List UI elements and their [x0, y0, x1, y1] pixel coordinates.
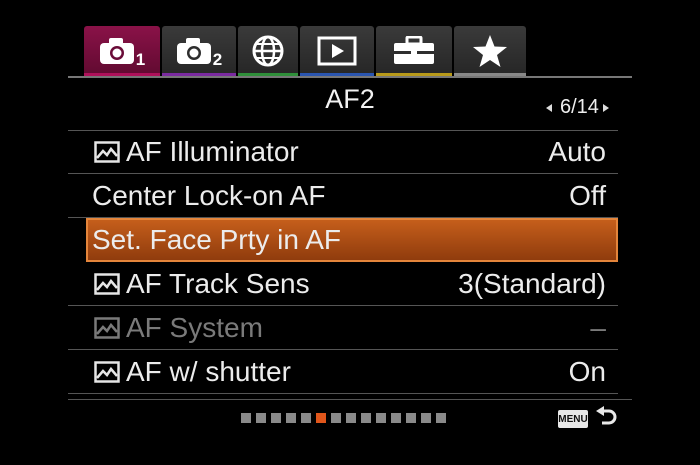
tab-network[interactable]: [238, 26, 298, 76]
star-icon: [473, 35, 507, 67]
scroll-dot: [271, 413, 281, 423]
photo-icon: [94, 358, 124, 386]
scroll-dot: [361, 413, 371, 423]
footer-divider: [68, 399, 632, 400]
tab-number: 1: [135, 50, 146, 69]
scroll-dot: [406, 413, 416, 423]
tab-bar: 1 2: [84, 26, 528, 78]
menu-item-label: AF Track Sens: [126, 268, 310, 299]
photo-icon: [94, 314, 124, 342]
camera-icon: [176, 38, 211, 64]
menu-item-center-lock-on-af[interactable]: Center Lock-on AF Off: [68, 174, 618, 218]
menu-item-label: AF Illuminator: [126, 136, 299, 167]
scroll-dot: [241, 413, 251, 423]
globe-icon: [252, 35, 284, 67]
scroll-dot: [436, 413, 446, 423]
tab-divider: [68, 76, 632, 78]
scroll-dot: [301, 413, 311, 423]
return-arrow-icon[interactable]: [594, 406, 618, 430]
menu-item-af-w-shutter[interactable]: AF w/ shutter On: [68, 350, 618, 394]
menu-item-label: Center Lock-on AF: [92, 180, 326, 211]
photo-icon: [94, 138, 124, 166]
menu-item-af-illuminator[interactable]: AF Illuminator Auto: [68, 130, 618, 174]
menu-item-label: AF w/ shutter: [126, 356, 291, 387]
menu-item-af-track-sens[interactable]: AF Track Sens 3(Standard): [68, 262, 618, 306]
scroll-dot: [286, 413, 296, 423]
scroll-dot: [331, 413, 341, 423]
prev-page-icon[interactable]: [546, 103, 552, 112]
page-scroll-indicator: [241, 413, 451, 423]
next-page-icon[interactable]: [602, 103, 609, 112]
tab-camera-2[interactable]: 2: [162, 26, 236, 76]
menu-list: AF Illuminator Auto Center Lock-on AF Of…: [68, 130, 618, 394]
tab-camera-1[interactable]: 1: [84, 26, 160, 76]
menu-item-value: Off: [569, 180, 606, 211]
scroll-dot: [376, 413, 386, 423]
menu-item-set-face-prty-in-af[interactable]: Set. Face Prty in AF: [86, 218, 618, 262]
tab-number: 2: [212, 50, 223, 69]
scroll-dot: [391, 413, 401, 423]
scroll-dot: [256, 413, 266, 423]
menu-item-af-system: AF System –: [68, 306, 618, 350]
menu-item-label: AF System: [126, 312, 263, 343]
menu-item-value: –: [590, 312, 606, 343]
menu-item-label: Set. Face Prty in AF: [92, 224, 341, 255]
camera-menu-screen: 1 2 AF2 6/14 AF Illuminator Auto Center …: [0, 0, 700, 465]
menu-item-value: 3(Standard): [458, 268, 606, 299]
tab-setup[interactable]: [376, 26, 452, 76]
menu-item-value: On: [568, 356, 606, 387]
page-number: 6/14: [560, 96, 599, 118]
scroll-dot: [346, 413, 356, 423]
menu-button[interactable]: MENU: [558, 410, 588, 428]
menu-item-value: Auto: [548, 136, 606, 167]
page-indicator[interactable]: 6/14: [546, 96, 626, 119]
tab-playback[interactable]: [300, 26, 374, 76]
scroll-dot: [421, 413, 431, 423]
photo-icon: [94, 270, 124, 298]
toolbox-icon: [394, 36, 434, 64]
playback-icon: [317, 36, 357, 66]
tab-my-menu[interactable]: [454, 26, 526, 76]
camera-icon: [99, 38, 134, 64]
scroll-dot-current: [316, 413, 326, 423]
